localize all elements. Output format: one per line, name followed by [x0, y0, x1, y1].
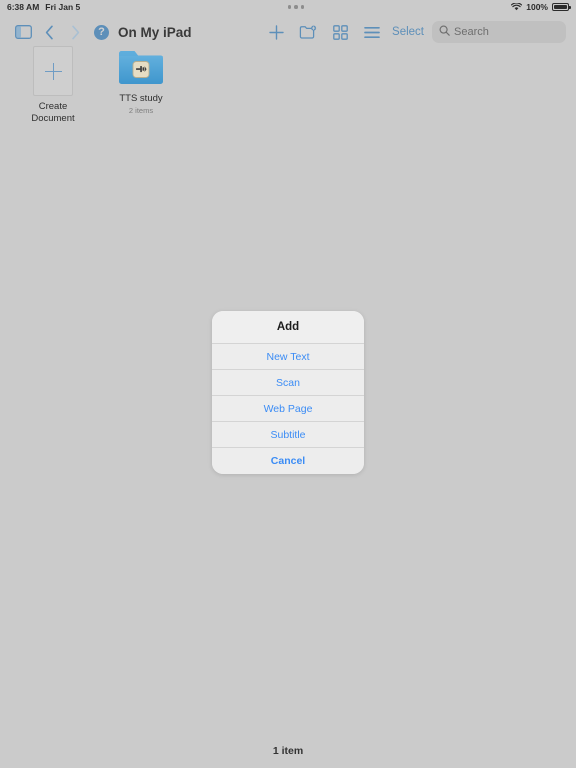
- folder-tile-tts-study[interactable]: TTS study 2 items: [110, 46, 172, 124]
- navigation-toolbar-left: ? On My iPad: [10, 19, 192, 45]
- folder-label: TTS study: [119, 93, 163, 104]
- status-bar-center: [80, 5, 511, 9]
- action-sheet-cancel-button[interactable]: Cancel: [212, 447, 364, 474]
- new-folder-icon[interactable]: [292, 19, 324, 45]
- multitasking-dots-icon[interactable]: [287, 5, 304, 9]
- list-view-icon[interactable]: [356, 19, 388, 45]
- create-document-tile[interactable]: Create Document: [22, 46, 84, 124]
- folder-with-audio-waveform-icon: [117, 46, 165, 88]
- status-bar: 6:38 AM Fri Jan 5 100%: [0, 0, 576, 14]
- status-bar-date: Fri Jan 5: [45, 2, 81, 12]
- sidebar-toggle-icon[interactable]: [10, 19, 36, 45]
- plus-icon: [44, 62, 62, 80]
- action-sheet-option-subtitle[interactable]: Subtitle: [212, 421, 364, 447]
- status-bar-right: 100%: [511, 2, 571, 12]
- bottom-status-bar: 1 item: [0, 734, 576, 768]
- navigation-toolbar: ? On My iPad Select Search: [0, 14, 576, 50]
- status-bar-time: 6:38 AM: [7, 2, 40, 12]
- add-button[interactable]: [260, 19, 292, 45]
- create-document-label-line1: Create: [38, 101, 68, 112]
- folder-item-count: 2 items: [128, 105, 154, 115]
- page-title: On My iPad: [118, 24, 192, 40]
- create-document-label-line2: Document: [31, 112, 75, 124]
- search-input[interactable]: [454, 26, 559, 38]
- file-grid: Create Document TTS study 2 items: [0, 46, 576, 124]
- search-icon: [439, 23, 450, 41]
- back-button[interactable]: [36, 19, 62, 45]
- battery-icon: [552, 3, 571, 11]
- search-field[interactable]: [432, 21, 566, 43]
- status-bar-left: 6:38 AM Fri Jan 5: [7, 2, 80, 12]
- select-button[interactable]: Select: [388, 26, 432, 38]
- action-sheet-option-scan[interactable]: Scan: [212, 369, 364, 395]
- action-sheet-option-web-page[interactable]: Web Page: [212, 395, 364, 421]
- question-mark-circle-icon[interactable]: ?: [94, 24, 109, 40]
- battery-percent-label: 100%: [526, 2, 548, 12]
- action-sheet-option-new-text[interactable]: New Text: [212, 343, 364, 369]
- forward-button: [62, 19, 88, 45]
- grid-view-icon[interactable]: [324, 19, 356, 45]
- create-document-label: Create Document: [31, 101, 74, 124]
- item-count-label: 1 item: [272, 745, 304, 757]
- wifi-icon: [511, 3, 523, 11]
- multitasking-dot: [287, 5, 291, 9]
- multitasking-dot: [300, 5, 304, 9]
- multitasking-dot: [294, 5, 298, 9]
- create-document-thumbnail: [33, 46, 73, 96]
- navigation-toolbar-right: Select: [260, 19, 566, 45]
- action-sheet-title: Add: [212, 311, 364, 343]
- add-action-sheet: Add New Text Scan Web Page Subtitle Canc…: [212, 311, 364, 474]
